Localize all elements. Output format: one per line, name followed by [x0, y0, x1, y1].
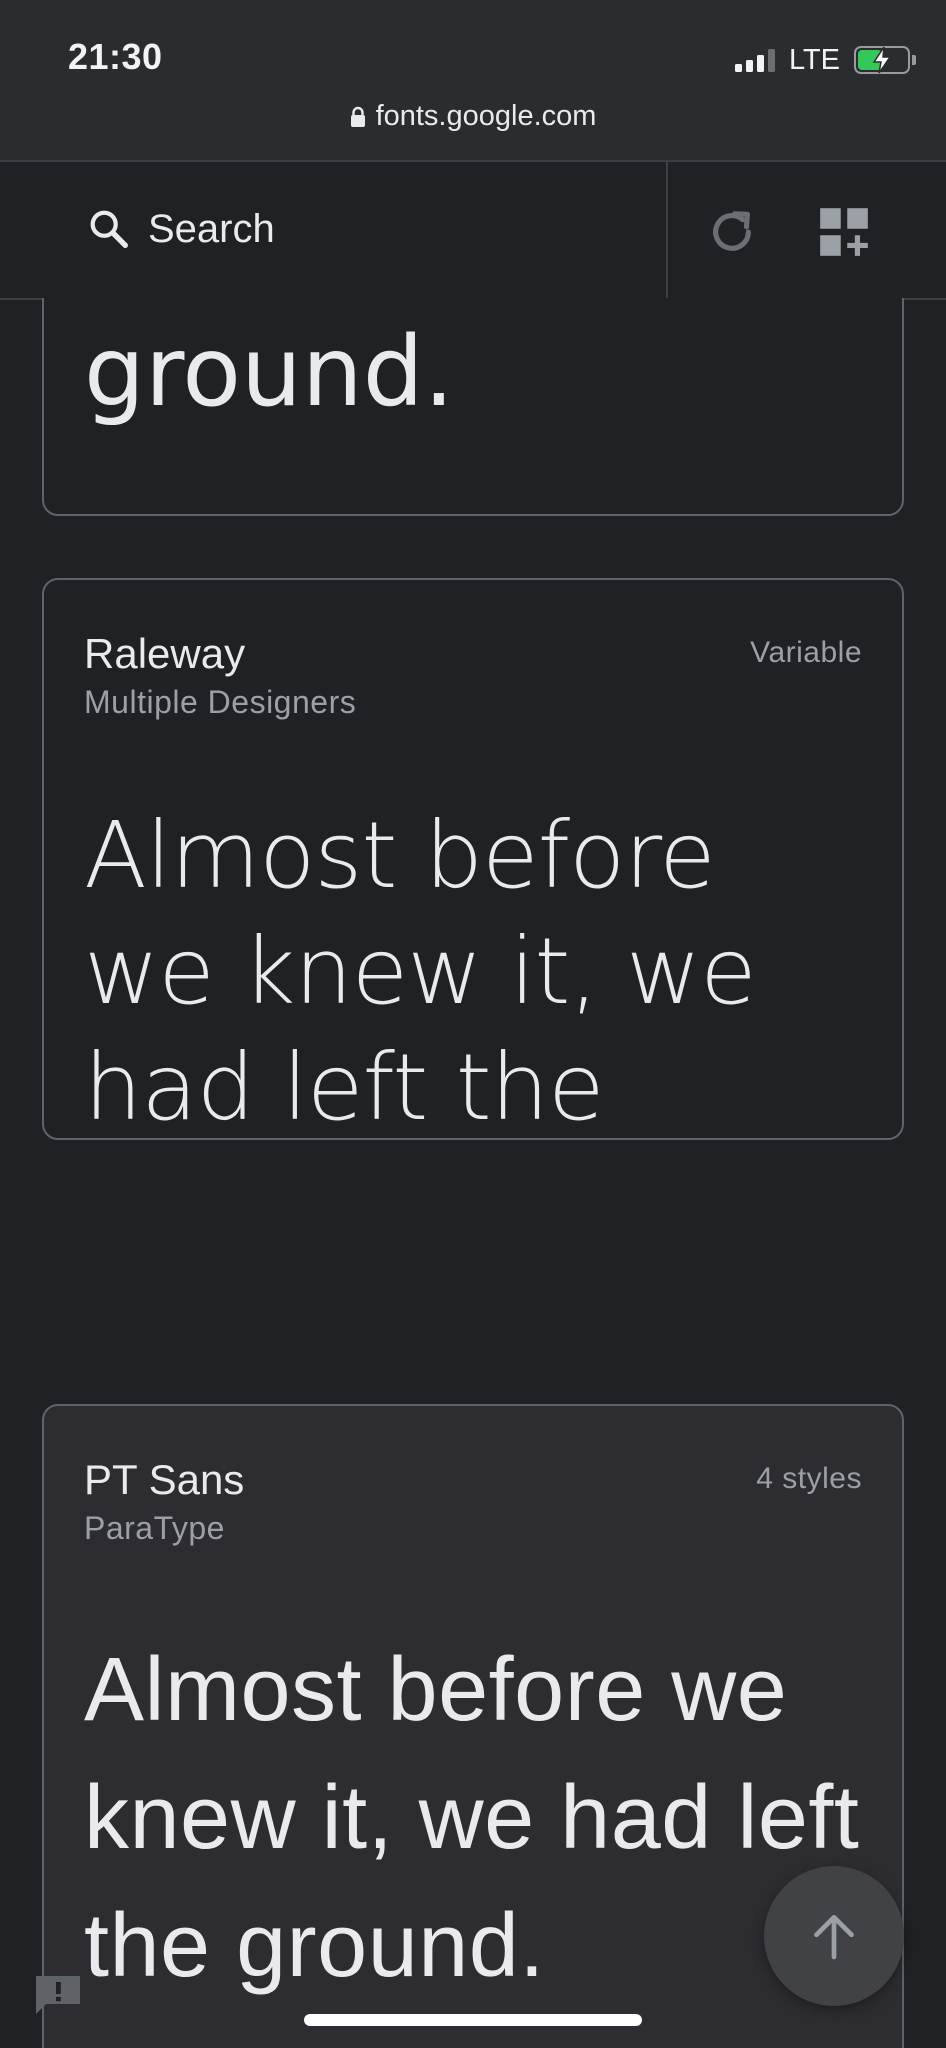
fonts-toolbar: Search	[0, 162, 946, 302]
status-indicators: LTE	[734, 40, 916, 80]
font-name: Raleway	[84, 630, 246, 677]
add-grid-icon	[820, 208, 868, 256]
font-preview-text: Almost before we knew it, we had left th…	[84, 802, 757, 1140]
scroll-to-top-button[interactable]	[764, 1866, 904, 2006]
toolbar-divider	[666, 162, 668, 302]
arrow-up-icon	[814, 1915, 854, 1960]
font-styles-count: Variable	[750, 636, 862, 669]
network-type: LTE	[788, 43, 840, 76]
search-button[interactable]: Search	[86, 206, 275, 252]
refresh-icon	[713, 211, 751, 251]
status-time: 21:30	[68, 36, 163, 77]
font-designer: Multiple Designers	[84, 684, 357, 720]
font-name: PT Sans	[84, 1456, 245, 1503]
font-preview-text: Almost before we knew it, we had left th…	[84, 1640, 860, 1996]
signal-icon	[734, 48, 775, 72]
charging-bolt-icon	[872, 46, 892, 74]
search-icon	[90, 210, 128, 248]
font-designer: ParaType	[84, 1510, 225, 1546]
battery-icon	[854, 46, 916, 74]
font-list[interactable]: ground. Raleway Multiple Designers Varia…	[0, 298, 946, 2048]
font-styles-count: 4 styles	[756, 1462, 862, 1495]
font-card[interactable]: ground.	[42, 298, 904, 516]
browser-chrome: 21:30 LTE fonts.google.com	[0, 0, 946, 162]
address-bar[interactable]: fonts.google.com	[0, 100, 946, 133]
lock-icon	[350, 106, 365, 127]
url-text: fonts.google.com	[375, 100, 597, 132]
feedback-button[interactable]	[32, 1972, 84, 2016]
search-label: Search	[148, 206, 275, 251]
font-card-raleway[interactable]: Raleway Multiple Designers Variable Almo…	[42, 578, 904, 1140]
font-preview-text: ground.	[84, 316, 455, 428]
feedback-icon	[36, 1976, 80, 2014]
home-indicator	[304, 2014, 642, 2026]
add-font-grid-button[interactable]	[818, 206, 870, 258]
refresh-button[interactable]	[704, 204, 760, 260]
